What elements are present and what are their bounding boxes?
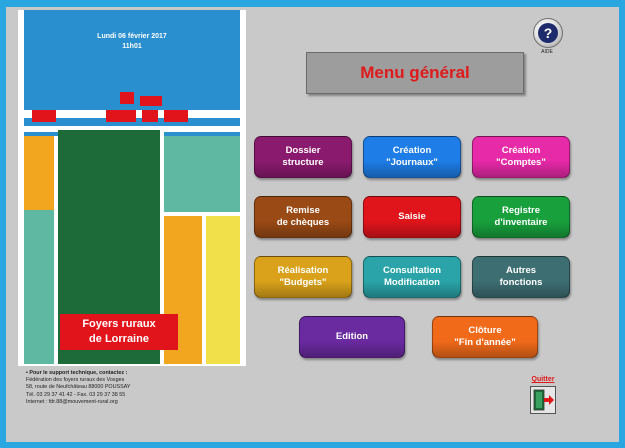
poster-title-line2: de Lorraine <box>89 333 149 345</box>
poster-field <box>164 136 240 212</box>
poster-title-line1: Foyers ruraux <box>82 318 156 330</box>
saisie-button[interactable]: Saisie <box>363 196 461 238</box>
support-line: Internet : fdr.88@mouvement-rural.org <box>26 398 118 405</box>
poster-panel: Lundi 06 février 2017 11h01 Foyers rurau… <box>18 10 246 366</box>
poster-house <box>120 92 134 104</box>
consultation-modification-button[interactable]: Consultation Modification <box>363 256 461 298</box>
date-text: Lundi 06 février 2017 <box>97 33 167 40</box>
poster-house <box>164 110 188 122</box>
poster-house <box>142 110 158 122</box>
support-line: Tél. 03 29 37 41 42 - Fax. 03 29 37 38 5… <box>26 391 126 398</box>
foyers-ruraux-poster: Lundi 06 février 2017 11h01 Foyers rurau… <box>24 10 240 364</box>
poster-date: Lundi 06 février 2017 11h01 <box>24 32 240 52</box>
realisation-budgets-button[interactable]: Réalisation "Budgets" <box>254 256 352 298</box>
question-mark-icon: ? <box>538 23 558 43</box>
remise-cheques-button[interactable]: Remise de chèques <box>254 196 352 238</box>
creation-comptes-button[interactable]: Création "Comptes" <box>472 136 570 178</box>
autres-fonctions-button[interactable]: Autres fonctions <box>472 256 570 298</box>
poster-title: Foyers ruraux de Lorraine <box>60 314 178 350</box>
registre-inventaire-button[interactable]: Registre d'inventaire <box>472 196 570 238</box>
cloture-fin-annee-button[interactable]: Clôture "Fin d'année" <box>432 316 538 358</box>
creation-journaux-button[interactable]: Création "Journaux" <box>363 136 461 178</box>
poster-field <box>206 216 240 364</box>
exit-door-icon <box>533 389 554 411</box>
quit-button[interactable] <box>530 386 556 414</box>
support-line: Fédération des foyers ruraux des Vosges <box>26 377 125 384</box>
time-text: 11h01 <box>122 43 142 50</box>
poster-house <box>32 110 56 122</box>
support-contact: • Pour le support technique, contactez :… <box>26 370 226 406</box>
poster-house <box>140 96 162 106</box>
poster-house <box>106 110 136 122</box>
support-line: 58, route de Neufchâteau 88000 POUSSAY <box>26 384 131 391</box>
edition-button[interactable]: Edition <box>299 316 405 358</box>
poster-field <box>24 136 54 210</box>
poster-field <box>24 210 54 364</box>
help-label: AIDE <box>541 49 553 55</box>
quit-label[interactable]: Quitter <box>528 376 558 383</box>
page-title: Menu général <box>306 52 524 94</box>
help-button[interactable]: ? <box>533 18 563 48</box>
dossier-structure-button[interactable]: Dossier structure <box>254 136 352 178</box>
support-heading: • Pour le support technique, contactez : <box>26 370 128 376</box>
